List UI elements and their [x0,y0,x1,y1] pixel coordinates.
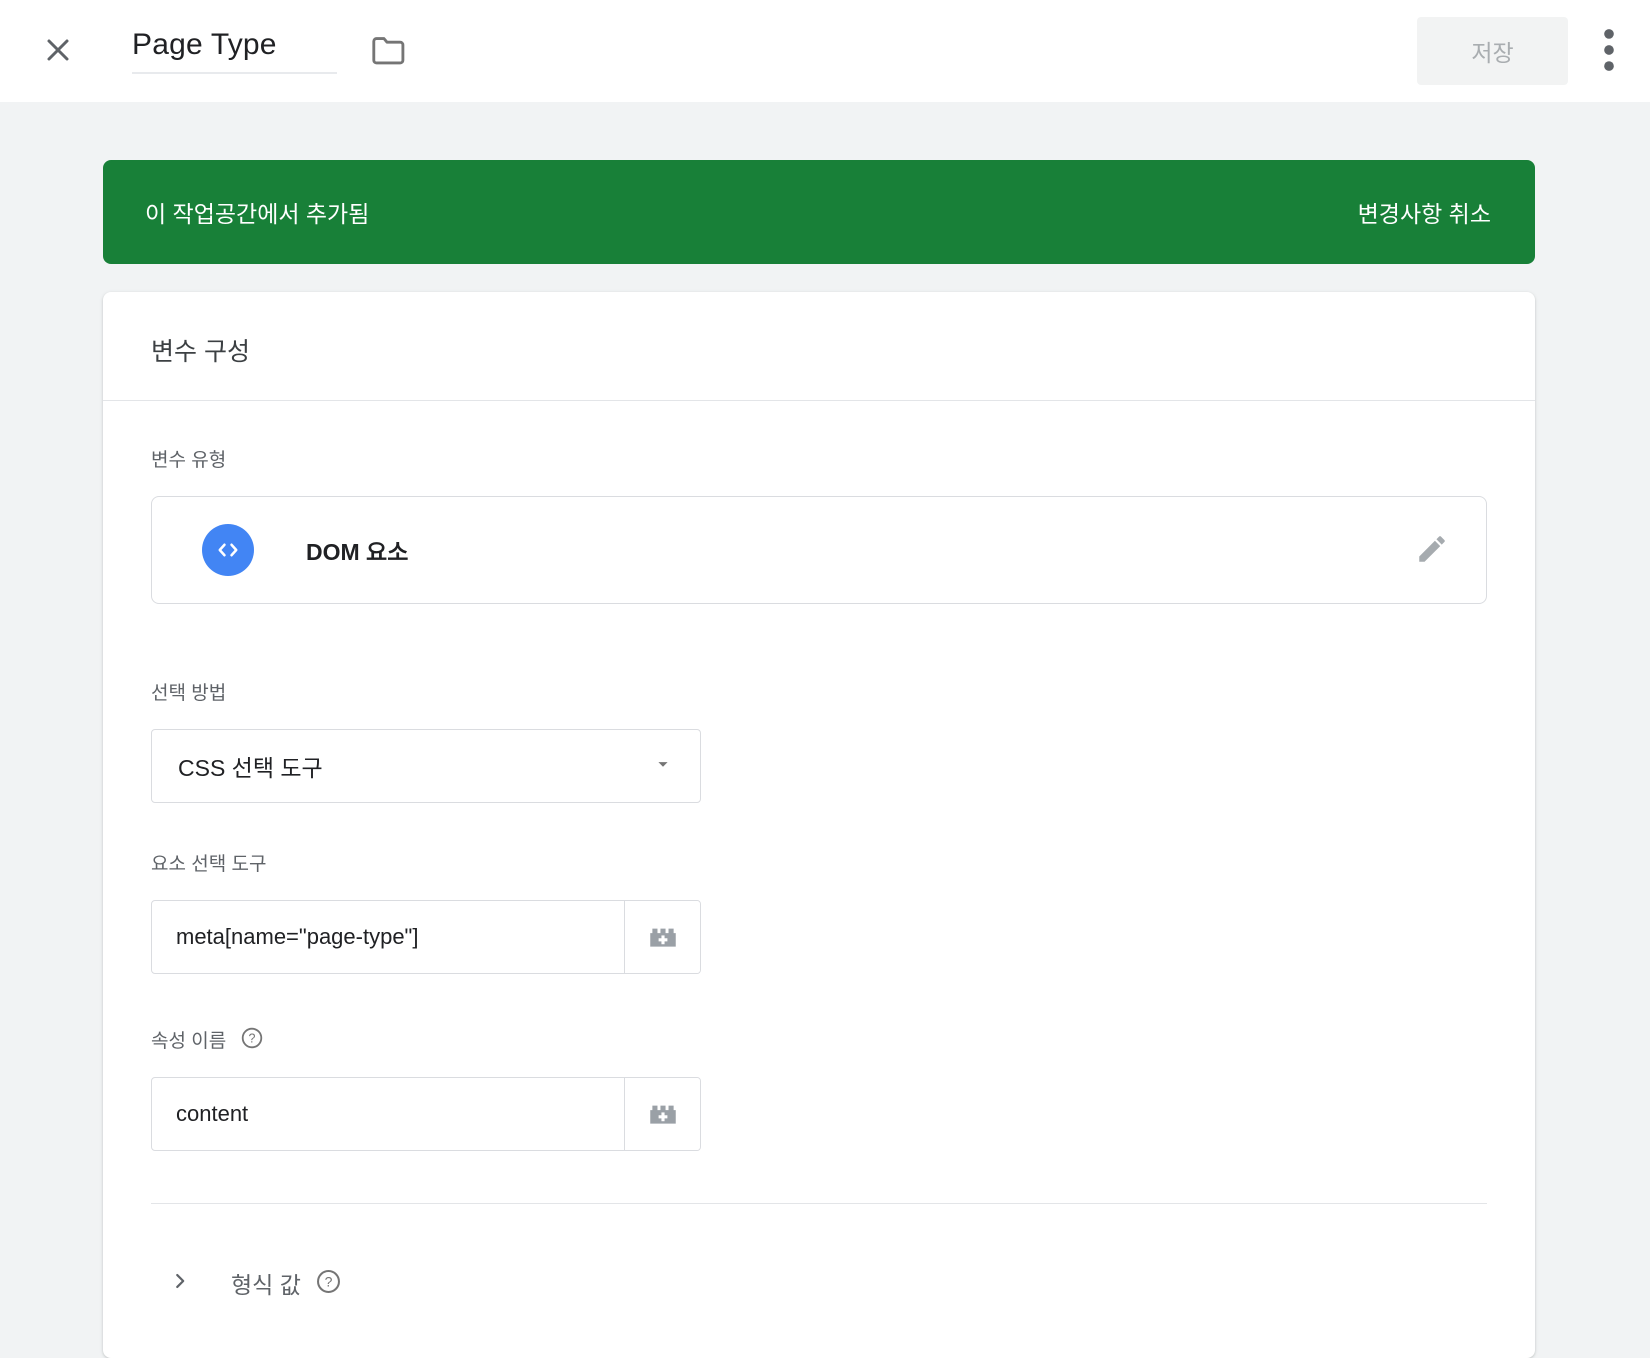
selection-method-value: CSS 선택 도구 [178,749,323,783]
attribute-name-help-button[interactable]: ? [240,1026,264,1053]
lego-brick-plus-icon [646,919,680,956]
workspace-change-banner: 이 작업공간에서 추가됨 변경사항 취소 [103,160,1535,264]
element-selector-input[interactable] [152,901,624,973]
variable-type-row[interactable]: DOM 요소 [151,496,1487,604]
element-selector-variable-picker-button[interactable] [624,901,700,973]
variable-name-field[interactable]: Page Type [132,28,337,74]
attribute-name-variable-picker-button[interactable] [624,1078,700,1150]
format-value-label: 형식 값 [231,1266,301,1300]
chevron-down-icon [652,753,674,780]
card-title: 변수 구성 [151,332,1487,368]
card-header: 변수 구성 [103,292,1535,401]
attribute-name-label-text: 속성 이름 [151,1026,226,1053]
pencil-icon [1415,532,1449,569]
element-selector-label: 요소 선택 도구 [151,849,1487,876]
section-divider [151,1203,1487,1204]
variable-config-card: 변수 구성 변수 유형 DOM 요소 선택 방법 [103,292,1535,1358]
folder-button[interactable] [365,29,409,73]
format-value-row[interactable]: 형식 값 ? [151,1258,1487,1318]
discard-changes-button[interactable]: 변경사항 취소 [1354,185,1495,239]
banner-message: 이 작업공간에서 추가됨 [145,195,369,229]
selection-method-label-text: 선택 방법 [151,678,226,705]
variable-type-value: DOM 요소 [306,533,408,567]
save-button[interactable]: 저장 [1417,17,1568,85]
kebab-menu-icon [1602,27,1616,76]
chevron-right-icon [169,1270,191,1297]
topbar-actions: 저장 [1417,0,1650,102]
selection-method-label: 선택 방법 [151,678,1487,705]
element-selector-group [151,900,701,974]
format-value-help-button[interactable]: ? [315,1268,342,1298]
selection-method-dropdown[interactable]: CSS 선택 도구 [151,729,701,803]
card-body: 변수 유형 DOM 요소 선택 방법 CSS 선택 도구 [103,401,1535,1318]
lego-brick-plus-icon [646,1096,680,1133]
main-content: 이 작업공간에서 추가됨 변경사항 취소 변수 구성 변수 유형 DOM 요소 [103,160,1535,1358]
svg-text:?: ? [249,1031,256,1045]
attribute-name-label: 속성 이름 ? [151,1026,1487,1053]
page-title[interactable]: Page Type [132,28,337,74]
folder-icon [367,32,407,71]
top-bar: Page Type 저장 [0,0,1650,102]
kebab-menu-button[interactable] [1582,17,1636,85]
variable-type-label-text: 변수 유형 [151,445,226,472]
attribute-name-group [151,1077,701,1151]
close-icon [40,32,76,71]
element-selector-label-text: 요소 선택 도구 [151,849,266,876]
help-circle-icon: ? [315,1268,342,1298]
variable-type-label: 변수 유형 [151,445,1487,472]
help-circle-icon: ? [240,1026,264,1053]
close-button[interactable] [36,29,80,73]
svg-text:?: ? [324,1273,332,1289]
attribute-name-input[interactable] [152,1078,624,1150]
code-brackets-icon [202,524,254,576]
edit-variable-type-button[interactable] [1404,522,1460,578]
